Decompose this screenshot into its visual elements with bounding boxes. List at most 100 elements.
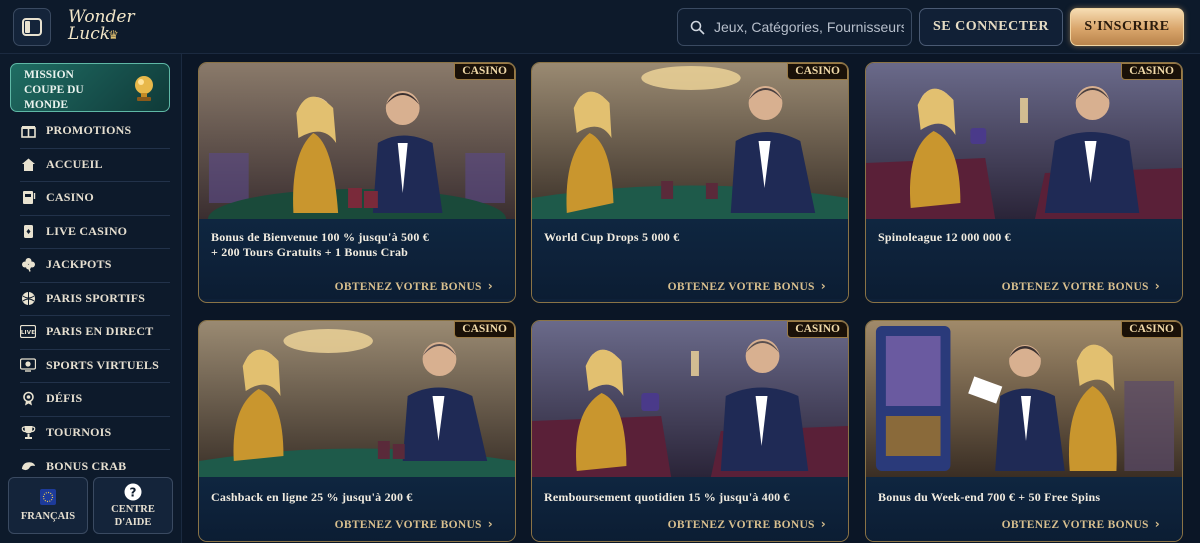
sidebar-item-jackpots[interactable]: JACKPOTS xyxy=(8,248,172,280)
mission-world-cup-banner[interactable]: MISSION COUPE DU MONDE xyxy=(10,63,170,112)
get-bonus-label: OBTENEZ VOTRE BONUS xyxy=(1001,281,1149,293)
top-header: Wonder Luck ♛ SE CONNECTER S'INSCRIRE xyxy=(0,0,1200,54)
promo-info: Spinoleague 12 000 000 € OBTENEZ VOTRE B… xyxy=(866,219,1182,299)
promo-card[interactable]: CASINO Bonus de Bienvenue 100 % jusqu'à … xyxy=(198,62,516,303)
sidebar-item-label: PARIS SPORTIFS xyxy=(46,290,146,305)
sidebar-item-tournois[interactable]: TOURNOIS xyxy=(8,416,172,448)
help-label-line1: CENTRE xyxy=(111,503,155,515)
sidebar-item-defis[interactable]: DÉFIS xyxy=(8,382,172,414)
ball-icon xyxy=(20,290,36,306)
wonder-luck-logo[interactable]: Wonder Luck ♛ xyxy=(64,6,136,48)
chevron-right-icon: › xyxy=(487,279,493,293)
casino-badge: CASINO xyxy=(787,321,848,338)
signup-button[interactable]: S'INSCRIRE xyxy=(1070,8,1184,46)
get-bonus-link[interactable]: OBTENEZ VOTRE BONUS › xyxy=(668,279,826,293)
promo-info: Bonus du Week-end 700 € + 50 Free Spins … xyxy=(866,477,1182,541)
chevron-right-icon: › xyxy=(820,279,826,293)
promo-title: Remboursement quotidien 15 % jusqu'à 400… xyxy=(544,490,790,504)
svg-text:?: ? xyxy=(130,485,137,499)
promo-card[interactable]: CASINO Cashback en ligne 25 % jusqu'à 20… xyxy=(198,320,516,542)
get-bonus-link[interactable]: OBTENEZ VOTRE BONUS › xyxy=(1002,517,1160,531)
help-center-button[interactable]: ? CENTRE D'AIDE xyxy=(93,477,173,534)
search-box[interactable] xyxy=(677,8,912,46)
promo-image xyxy=(199,321,515,477)
sidebar-item-accueil[interactable]: ACCUEIL xyxy=(8,148,172,180)
get-bonus-link[interactable]: OBTENEZ VOTRE BONUS › xyxy=(1002,279,1160,293)
sidebar-item-promotions[interactable]: PROMOTIONS xyxy=(8,114,172,146)
casino-badge: CASINO xyxy=(454,321,515,338)
promo-title-line2: + 200 Tours Gratuits + 1 Bonus Crab xyxy=(211,245,409,259)
promo-title: Bonus du Week-end 700 € + 50 Free Spins xyxy=(878,490,1101,504)
promo-image xyxy=(866,63,1182,219)
promo-image xyxy=(532,321,848,477)
promo-card[interactable]: CASINO Spinoleague 12 000 000 € OBTENEZ … xyxy=(865,62,1183,303)
help-label-line2: D'AIDE xyxy=(114,516,152,528)
chevron-right-icon: › xyxy=(1154,517,1160,531)
promo-card[interactable]: CASINO World Cup Drops 5 000 € OBTENEZ V… xyxy=(531,62,849,303)
get-bonus-label: OBTENEZ VOTRE BONUS xyxy=(1001,519,1149,531)
help-icon: ? xyxy=(124,483,142,500)
playing-card-icon xyxy=(20,223,36,239)
sidebar: MISSION COUPE DU MONDE PROMOTIONS ACCUEI… xyxy=(0,54,182,543)
live-icon: LIVE xyxy=(20,323,36,339)
promo-title: World Cup Drops 5 000 € xyxy=(544,230,680,244)
sidebar-item-label: BONUS CRAB xyxy=(46,458,127,473)
casino-badge: CASINO xyxy=(454,63,515,80)
chevron-right-icon: › xyxy=(820,517,826,531)
medal-icon xyxy=(20,390,36,406)
get-bonus-label: OBTENEZ VOTRE BONUS xyxy=(334,281,482,293)
gift-icon xyxy=(20,122,36,138)
search-input[interactable] xyxy=(714,19,904,35)
promo-info: Cashback en ligne 25 % jusqu'à 200 € OBT… xyxy=(199,477,515,541)
promo-card[interactable]: CASINO Bonus du Week-end 700 € + 50 Free… xyxy=(865,320,1183,542)
sidebar-item-casino[interactable]: CASINO xyxy=(8,181,172,213)
casino-badge: CASINO xyxy=(787,63,848,80)
logo-text-line2: Luck xyxy=(68,24,111,44)
sidebar-item-label: JACKPOTS xyxy=(46,256,112,271)
language-selector-button[interactable]: FRANÇAIS xyxy=(8,477,88,534)
sidebar-item-label: DÉFIS xyxy=(46,390,83,405)
get-bonus-link[interactable]: OBTENEZ VOTRE BONUS › xyxy=(335,279,493,293)
trophy-icon xyxy=(20,424,36,440)
chevron-right-icon: › xyxy=(487,517,493,531)
get-bonus-link[interactable]: OBTENEZ VOTRE BONUS › xyxy=(335,517,493,531)
promo-image xyxy=(532,63,848,219)
promo-card[interactable]: CASINO Remboursement quotidien 15 % jusq… xyxy=(531,320,849,542)
sidebar-item-paris-sportifs[interactable]: PARIS SPORTIFS xyxy=(8,282,172,314)
sidebar-item-paris-en-direct[interactable]: LIVE PARIS EN DIRECT xyxy=(8,315,172,347)
slot-machine-icon xyxy=(20,189,36,205)
promo-image xyxy=(866,321,1182,477)
svg-text:LIVE: LIVE xyxy=(21,330,35,336)
get-bonus-link[interactable]: OBTENEZ VOTRE BONUS › xyxy=(668,517,826,531)
sidebar-item-label: CASINO xyxy=(46,189,94,204)
casino-badge: CASINO xyxy=(1121,321,1182,338)
virtual-sports-icon xyxy=(20,357,36,373)
promo-title-line1: Bonus de Bienvenue 100 % jusqu'à 500 € xyxy=(211,230,429,244)
world-cup-trophy-icon xyxy=(135,76,153,101)
sidebar-item-label: PARIS EN DIRECT xyxy=(46,323,154,338)
get-bonus-label: OBTENEZ VOTRE BONUS xyxy=(667,281,815,293)
sidebar-item-label: PROMOTIONS xyxy=(46,122,132,137)
promo-info: Remboursement quotidien 15 % jusqu'à 400… xyxy=(532,477,848,541)
sidebar-item-label: TOURNOIS xyxy=(46,424,112,439)
promo-info: World Cup Drops 5 000 € OBTENEZ VOTRE BO… xyxy=(532,219,848,299)
promo-title: Cashback en ligne 25 % jusqu'à 200 € xyxy=(211,490,413,504)
clover-icon xyxy=(20,256,36,272)
sidebar-item-label: SPORTS VIRTUELS xyxy=(46,357,159,372)
promo-info: Bonus de Bienvenue 100 % jusqu'à 500 € +… xyxy=(199,219,515,299)
casino-badge: CASINO xyxy=(1121,63,1182,80)
sidebar-item-label: ACCUEIL xyxy=(46,156,103,171)
login-button[interactable]: SE CONNECTER xyxy=(919,8,1063,46)
promo-image xyxy=(199,63,515,219)
crab-icon xyxy=(20,458,36,474)
sidebar-item-label: LIVE CASINO xyxy=(46,223,128,238)
get-bonus-label: OBTENEZ VOTRE BONUS xyxy=(334,519,482,531)
search-icon xyxy=(690,20,705,35)
sidebar-item-sports-virtuels[interactable]: SPORTS VIRTUELS xyxy=(8,349,172,381)
crown-icon: ♛ xyxy=(108,28,119,42)
eu-flag-icon xyxy=(40,488,56,505)
language-label: FRANÇAIS xyxy=(20,510,76,522)
sidebar-item-live-casino[interactable]: LIVE CASINO xyxy=(8,215,172,247)
sidebar-toggle-button[interactable] xyxy=(13,8,51,46)
promo-title: Spinoleague 12 000 000 € xyxy=(878,230,1011,244)
